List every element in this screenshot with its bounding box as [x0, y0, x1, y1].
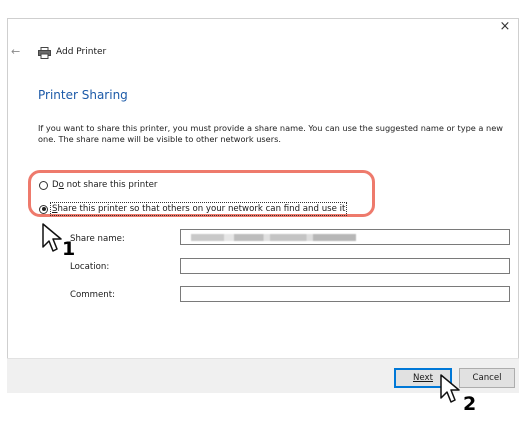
radio-label-share-printer: Share this printer so that others on you… — [49, 202, 348, 216]
comment-input[interactable] — [180, 286, 510, 302]
page-heading: Printer Sharing — [38, 88, 128, 102]
mouse-cursor-icon — [42, 223, 62, 252]
window-title: Add Printer — [56, 47, 107, 57]
radio-do-not-share[interactable]: Do not share this printer — [39, 180, 157, 190]
location-label: Location: — [70, 262, 110, 272]
radio-button-unchecked[interactable] — [39, 180, 48, 190]
comment-label: Comment: — [70, 290, 115, 300]
location-input[interactable] — [180, 258, 510, 274]
radio-button-checked[interactable] — [39, 204, 48, 214]
printer-icon — [38, 47, 51, 59]
back-arrow-icon[interactable]: ← — [11, 45, 20, 58]
close-icon[interactable]: × — [498, 20, 512, 34]
share-name-blurred-value — [191, 234, 356, 241]
share-name-input[interactable] — [180, 229, 510, 245]
page-description: If you want to share this printer, you m… — [38, 123, 503, 144]
mouse-cursor-icon — [440, 374, 460, 403]
radio-label-do-not-share: Do not share this printer — [52, 180, 158, 190]
cancel-button[interactable]: Cancel — [459, 368, 515, 388]
share-name-label: Share name: — [70, 234, 125, 244]
radio-share-printer[interactable]: Share this printer so that others on you… — [39, 202, 348, 216]
step-number-1: 1 — [62, 238, 76, 260]
step-number-2: 2 — [463, 393, 477, 415]
